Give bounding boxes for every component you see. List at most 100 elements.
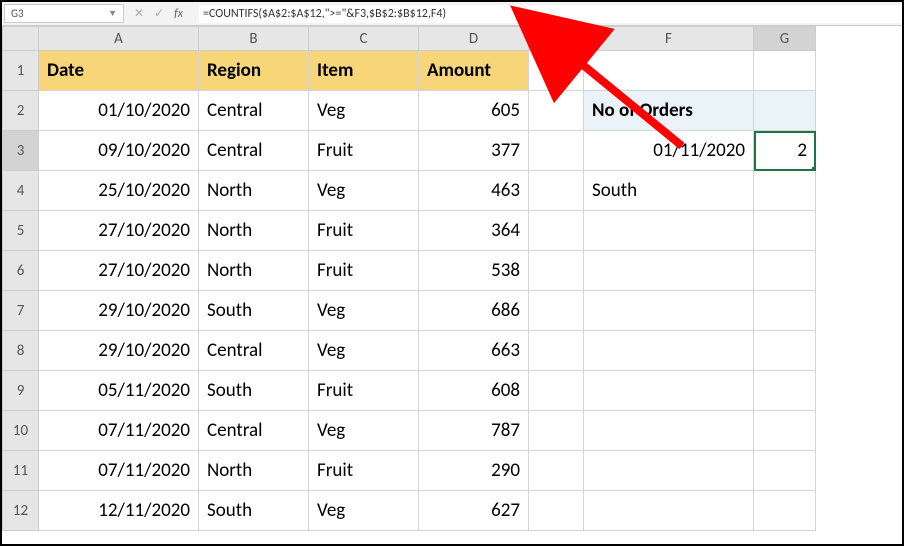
- row-header-1[interactable]: 1: [3, 51, 39, 91]
- cell-G10[interactable]: [754, 411, 816, 451]
- cell-C12[interactable]: Veg: [309, 491, 419, 531]
- cell-F1[interactable]: [584, 51, 754, 91]
- cell-C7[interactable]: Veg: [309, 291, 419, 331]
- cell-B6[interactable]: North: [199, 251, 309, 291]
- cell-E1[interactable]: [529, 51, 584, 91]
- cell-G6[interactable]: [754, 251, 816, 291]
- cell-G11[interactable]: [754, 451, 816, 491]
- cell-G2[interactable]: [754, 91, 816, 131]
- header-region[interactable]: Region: [199, 51, 309, 91]
- cell-E11[interactable]: [529, 451, 584, 491]
- cell-A9[interactable]: 05/11/2020: [39, 371, 199, 411]
- cell-D4[interactable]: 463: [419, 171, 529, 211]
- col-header-F[interactable]: F: [584, 27, 754, 51]
- cell-G7[interactable]: [754, 291, 816, 331]
- cell-A5[interactable]: 27/10/2020: [39, 211, 199, 251]
- cell-A3[interactable]: 09/10/2020: [39, 131, 199, 171]
- cell-G8[interactable]: [754, 331, 816, 371]
- cell-D6[interactable]: 538: [419, 251, 529, 291]
- cancel-icon[interactable]: ✕: [134, 6, 144, 21]
- row-header-2[interactable]: 2: [3, 91, 39, 131]
- cell-E8[interactable]: [529, 331, 584, 371]
- cell-A4[interactable]: 25/10/2020: [39, 171, 199, 211]
- cell-F7[interactable]: [584, 291, 754, 331]
- cell-D10[interactable]: 787: [419, 411, 529, 451]
- cell-C5[interactable]: Fruit: [309, 211, 419, 251]
- row-header-3[interactable]: 3: [3, 131, 39, 171]
- cell-B10[interactable]: Central: [199, 411, 309, 451]
- cell-E10[interactable]: [529, 411, 584, 451]
- cell-D12[interactable]: 627: [419, 491, 529, 531]
- cell-G4[interactable]: [754, 171, 816, 211]
- cell-A6[interactable]: 27/10/2020: [39, 251, 199, 291]
- result-cell[interactable]: 2: [754, 131, 816, 171]
- row-header-9[interactable]: 9: [3, 371, 39, 411]
- cell-A2[interactable]: 01/10/2020: [39, 91, 199, 131]
- cell-G1[interactable]: [754, 51, 816, 91]
- col-header-G[interactable]: G: [754, 27, 816, 51]
- cell-E6[interactable]: [529, 251, 584, 291]
- spreadsheet-grid[interactable]: A B C D E F G 1 Date Region Item Amount …: [2, 26, 816, 531]
- row-header-6[interactable]: 6: [3, 251, 39, 291]
- criteria-date[interactable]: 01/11/2020: [584, 131, 754, 171]
- cell-C6[interactable]: Fruit: [309, 251, 419, 291]
- header-item[interactable]: Item: [309, 51, 419, 91]
- cell-F12[interactable]: [584, 491, 754, 531]
- cell-G5[interactable]: [754, 211, 816, 251]
- cell-D8[interactable]: 663: [419, 331, 529, 371]
- cell-E3[interactable]: [529, 131, 584, 171]
- header-date[interactable]: Date: [39, 51, 199, 91]
- cell-C10[interactable]: Veg: [309, 411, 419, 451]
- cell-A10[interactable]: 07/11/2020: [39, 411, 199, 451]
- row-header-11[interactable]: 11: [3, 451, 39, 491]
- cell-D11[interactable]: 290: [419, 451, 529, 491]
- cell-A12[interactable]: 12/11/2020: [39, 491, 199, 531]
- col-header-E[interactable]: E: [529, 27, 584, 51]
- no-of-orders-label[interactable]: No of Orders: [584, 91, 754, 131]
- name-box-dropdown-icon[interactable]: ▼: [108, 8, 117, 19]
- cell-C2[interactable]: Veg: [309, 91, 419, 131]
- cell-C8[interactable]: Veg: [309, 331, 419, 371]
- cell-F6[interactable]: [584, 251, 754, 291]
- cell-D7[interactable]: 686: [419, 291, 529, 331]
- criteria-region[interactable]: South: [584, 171, 754, 211]
- formula-input[interactable]: =COUNTIFS($A$2:$A$12,">="&F3,$B$2:$B$12,…: [199, 5, 902, 23]
- cell-B2[interactable]: Central: [199, 91, 309, 131]
- cell-D5[interactable]: 364: [419, 211, 529, 251]
- cell-D3[interactable]: 377: [419, 131, 529, 171]
- row-header-7[interactable]: 7: [3, 291, 39, 331]
- col-header-A[interactable]: A: [39, 27, 199, 51]
- row-header-8[interactable]: 8: [3, 331, 39, 371]
- cell-F11[interactable]: [584, 451, 754, 491]
- fx-icon[interactable]: fx: [174, 7, 191, 21]
- cell-B5[interactable]: North: [199, 211, 309, 251]
- cell-B9[interactable]: South: [199, 371, 309, 411]
- header-amount[interactable]: Amount: [419, 51, 529, 91]
- name-box[interactable]: G3 ▼: [4, 4, 124, 23]
- cell-C4[interactable]: Veg: [309, 171, 419, 211]
- cell-D9[interactable]: 608: [419, 371, 529, 411]
- row-header-12[interactable]: 12: [3, 491, 39, 531]
- cell-F10[interactable]: [584, 411, 754, 451]
- cell-C11[interactable]: Fruit: [309, 451, 419, 491]
- cell-B3[interactable]: Central: [199, 131, 309, 171]
- cell-D2[interactable]: 605: [419, 91, 529, 131]
- cell-A11[interactable]: 07/11/2020: [39, 451, 199, 491]
- col-header-B[interactable]: B: [199, 27, 309, 51]
- enter-icon[interactable]: ✓: [154, 6, 164, 21]
- cell-B8[interactable]: Central: [199, 331, 309, 371]
- col-header-D[interactable]: D: [419, 27, 529, 51]
- cell-E9[interactable]: [529, 371, 584, 411]
- cell-E4[interactable]: [529, 171, 584, 211]
- cell-B11[interactable]: North: [199, 451, 309, 491]
- cell-E5[interactable]: [529, 211, 584, 251]
- cell-E7[interactable]: [529, 291, 584, 331]
- cell-F8[interactable]: [584, 331, 754, 371]
- cell-G12[interactable]: [754, 491, 816, 531]
- row-header-4[interactable]: 4: [3, 171, 39, 211]
- col-header-C[interactable]: C: [309, 27, 419, 51]
- cell-E2[interactable]: [529, 91, 584, 131]
- cell-F9[interactable]: [584, 371, 754, 411]
- cell-C3[interactable]: Fruit: [309, 131, 419, 171]
- row-header-10[interactable]: 10: [3, 411, 39, 451]
